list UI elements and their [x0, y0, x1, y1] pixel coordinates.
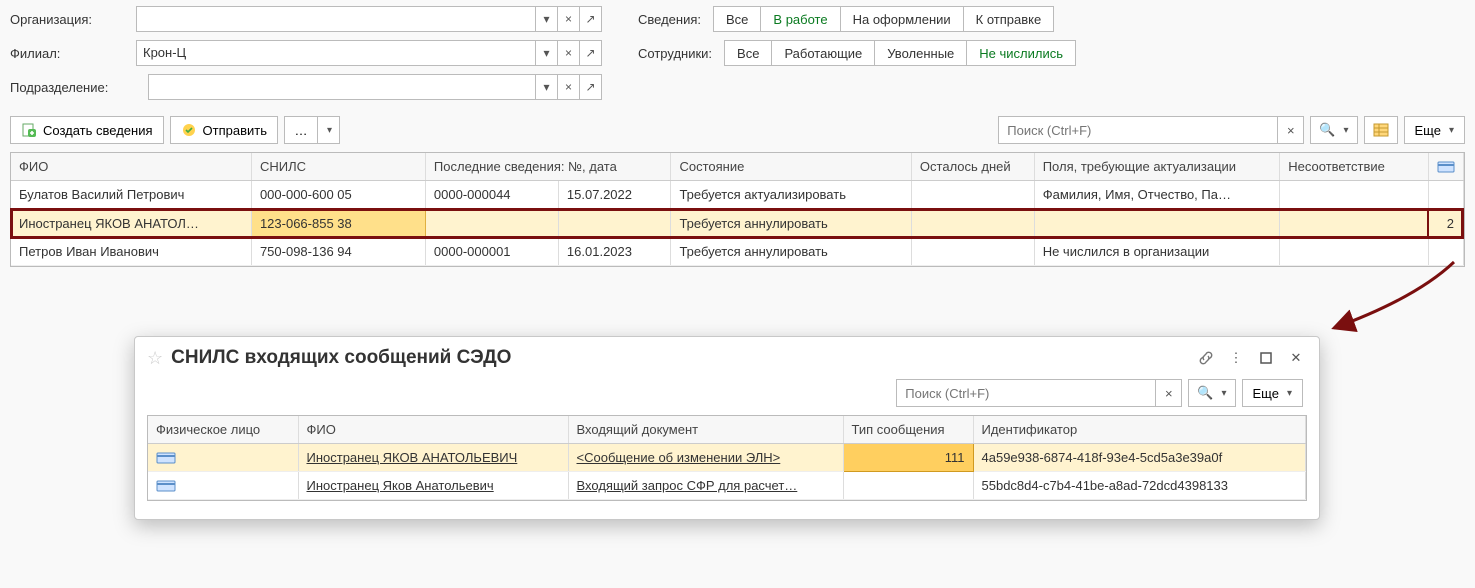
dept-value[interactable]: [148, 74, 536, 100]
table-row[interactable]: Петров Иван Иванович750-098-136 940000-0…: [11, 238, 1463, 266]
pcol-id[interactable]: Идентификатор: [973, 416, 1306, 444]
send-label: Отправить: [203, 123, 267, 138]
info-option-tosend[interactable]: К отправке: [964, 6, 1055, 32]
kebab-icon[interactable]: ⋮: [1225, 347, 1247, 369]
branch-value[interactable]: Крон-Ц: [136, 40, 536, 66]
col-mismatch[interactable]: Несоответствие: [1280, 153, 1428, 181]
popup-grid[interactable]: Физическое лицо ФИО Входящий документ Ти…: [147, 415, 1307, 501]
create-button[interactable]: Создать сведения: [10, 116, 164, 144]
dept-dropdown-icon[interactable]: ▾: [536, 74, 558, 100]
popup-title: СНИЛС входящих сообщений СЭДО: [171, 347, 1187, 369]
dept-open-icon[interactable]: ↗: [580, 74, 602, 100]
info-option-inwork[interactable]: В работе: [761, 6, 840, 32]
pcol-fio[interactable]: ФИО: [298, 416, 568, 444]
dept-combo[interactable]: ▾ × ↗: [148, 74, 602, 100]
col-state[interactable]: Состояние: [671, 153, 911, 181]
person-card-icon[interactable]: [148, 444, 298, 472]
col-card-icon[interactable]: [1428, 153, 1463, 181]
popup-search-go[interactable]: 🔍▾: [1188, 379, 1235, 407]
emp-option-fired[interactable]: Уволенные: [875, 40, 967, 66]
pcol-type[interactable]: Тип сообщения: [843, 416, 973, 444]
pcol-person[interactable]: Физическое лицо: [148, 416, 298, 444]
branch-clear-icon[interactable]: ×: [558, 40, 580, 66]
table-row[interactable]: Иностранец Яков АнатольевичВходящий запр…: [148, 472, 1306, 500]
col-fields[interactable]: Поля, требующие актуализации: [1034, 153, 1280, 181]
org-value[interactable]: [136, 6, 536, 32]
search-main[interactable]: ×: [998, 116, 1304, 144]
org-label: Организация:: [10, 12, 130, 27]
info-option-all[interactable]: Все: [713, 6, 761, 32]
maximize-icon[interactable]: [1255, 347, 1277, 369]
person-card-icon[interactable]: [148, 472, 298, 500]
table-row[interactable]: Иностранец ЯКОВ АНАТОЛ…123-066-855 38Тре…: [11, 209, 1463, 238]
create-icon: [21, 122, 37, 138]
columns-button[interactable]: [1364, 116, 1398, 144]
info-option-processing[interactable]: На оформлении: [841, 6, 964, 32]
columns-icon: [1373, 123, 1389, 137]
more-button[interactable]: Еще ▾: [1404, 116, 1465, 144]
search-icon: 🔍: [1197, 385, 1213, 401]
org-open-icon[interactable]: ↗: [580, 6, 602, 32]
search-clear-icon[interactable]: ×: [1278, 116, 1304, 144]
info-segmented[interactable]: Все В работе На оформлении К отправке: [713, 6, 1054, 32]
col-snils[interactable]: СНИЛС: [251, 153, 425, 181]
col-lastinfo[interactable]: Последние сведения: №, дата: [425, 153, 671, 181]
popup-window: ☆ СНИЛС входящих сообщений СЭДО ⋮ ✕ × 🔍▾…: [134, 336, 1320, 520]
popup-search-clear-icon[interactable]: ×: [1156, 379, 1182, 407]
popup-search-input[interactable]: [896, 379, 1156, 407]
create-label: Создать сведения: [43, 123, 153, 138]
emp-label: Сотрудники:: [638, 46, 712, 61]
close-icon[interactable]: ✕: [1285, 347, 1307, 369]
branch-combo[interactable]: Крон-Ц ▾ × ↗: [136, 40, 602, 66]
branch-open-icon[interactable]: ↗: [580, 40, 602, 66]
search-icon: 🔍: [1319, 122, 1335, 138]
table-row[interactable]: Иностранец ЯКОВ АНАТОЛЬЕВИЧ<Сообщение об…: [148, 444, 1306, 472]
info-label: Сведения:: [638, 12, 701, 27]
send-button[interactable]: Отправить: [170, 116, 278, 144]
card-icon: [1437, 161, 1455, 173]
branch-label: Филиал:: [10, 46, 130, 61]
link-icon[interactable]: [1195, 347, 1217, 369]
emp-segmented[interactable]: Все Работающие Уволенные Не числились: [724, 40, 1076, 66]
ellipsis-button[interactable]: …: [284, 116, 318, 144]
table-row[interactable]: Булатов Василий Петрович000-000-600 0500…: [11, 181, 1463, 209]
emp-option-all[interactable]: Все: [724, 40, 772, 66]
main-grid[interactable]: ФИО СНИЛС Последние сведения: №, дата Со…: [10, 152, 1465, 267]
pcol-doc[interactable]: Входящий документ: [568, 416, 843, 444]
dept-label: Подразделение:: [10, 80, 142, 95]
popup-search[interactable]: ×: [896, 379, 1182, 407]
emp-option-notlisted[interactable]: Не числились: [967, 40, 1076, 66]
more-label: Еще: [1415, 123, 1441, 138]
col-daysleft[interactable]: Осталось дней: [911, 153, 1034, 181]
favorite-icon[interactable]: ☆: [147, 348, 163, 369]
dept-clear-icon[interactable]: ×: [558, 74, 580, 100]
org-clear-icon[interactable]: ×: [558, 6, 580, 32]
popup-more-button[interactable]: Еще ▾: [1242, 379, 1303, 407]
org-combo[interactable]: ▾ × ↗: [136, 6, 602, 32]
send-icon: [181, 122, 197, 138]
col-fio[interactable]: ФИО: [11, 153, 251, 181]
branch-dropdown-icon[interactable]: ▾: [536, 40, 558, 66]
emp-option-working[interactable]: Работающие: [772, 40, 875, 66]
org-dropdown-icon[interactable]: ▾: [536, 6, 558, 32]
main-grid-header: ФИО СНИЛС Последние сведения: №, дата Со…: [11, 153, 1463, 181]
search-input[interactable]: [998, 116, 1278, 144]
search-go-button[interactable]: 🔍 ▾: [1310, 116, 1357, 144]
ellipsis-dd-button[interactable]: ▾: [318, 116, 340, 144]
popup-more-label: Еще: [1253, 386, 1279, 401]
